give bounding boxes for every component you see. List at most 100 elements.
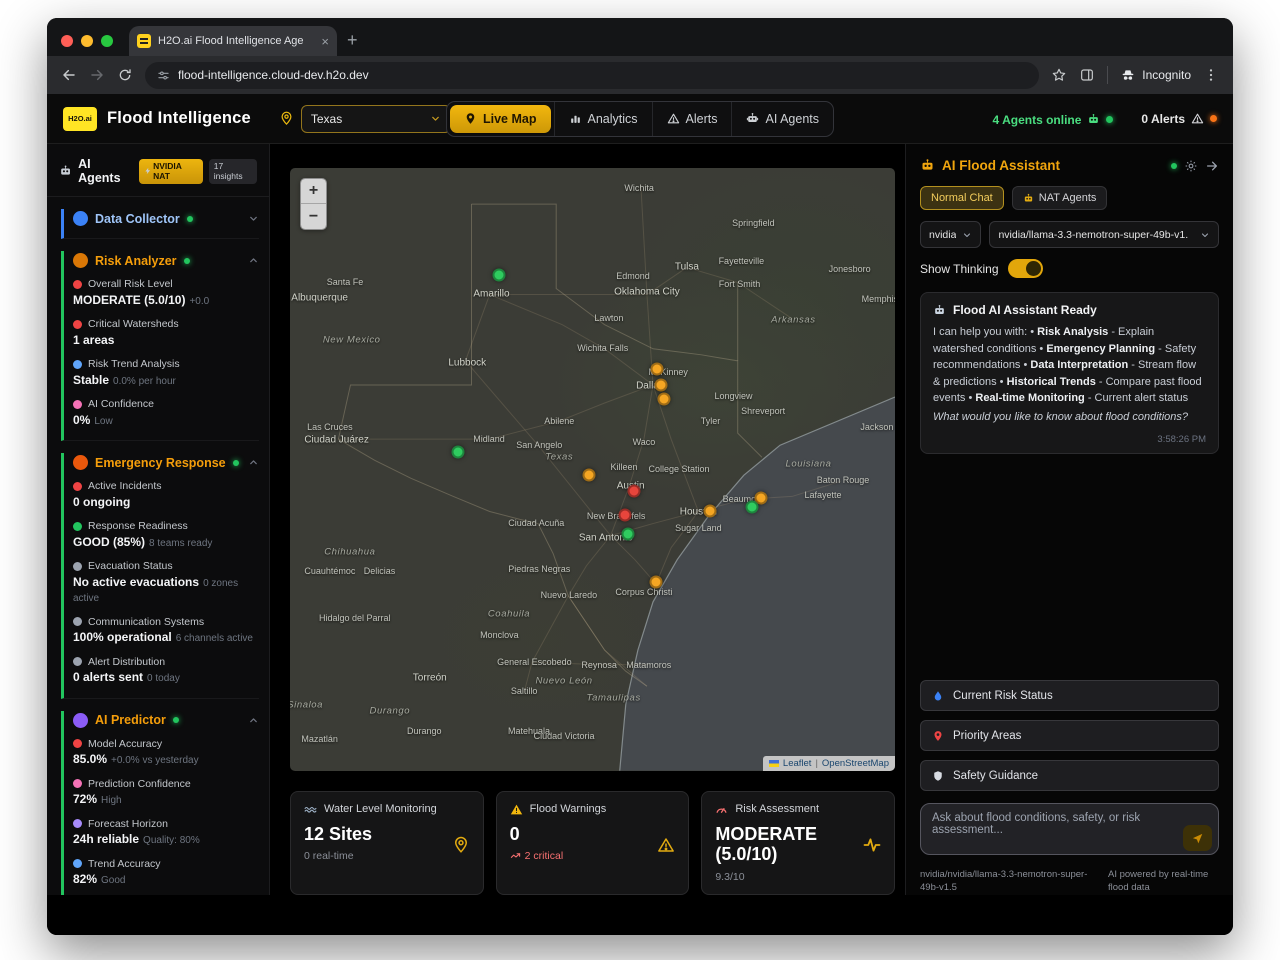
bookmark-star-icon[interactable] — [1051, 67, 1067, 83]
model-select[interactable]: nvidia/llama-3.3-nemotron-super-49b-v1. — [989, 221, 1219, 248]
stat-card-water-levels: Water Level Monitoring 12 Sites 0 real-t… — [290, 791, 484, 895]
window-zoom-button[interactable] — [101, 35, 113, 47]
map-city-label: Nuevo León — [535, 675, 592, 686]
agent-header[interactable]: Emergency Response — [73, 455, 259, 470]
site-settings-icon[interactable] — [157, 69, 170, 82]
refresh-icon[interactable] — [117, 67, 133, 83]
nav-live-map[interactable]: Live Map — [450, 105, 551, 133]
map-city-label: Las Cruces — [307, 422, 353, 432]
metric-label: Communication Systems — [88, 616, 204, 628]
stat-card-flood-warnings: Flood Warnings 0 2 critical — [496, 791, 690, 895]
tab-close-icon[interactable]: × — [321, 35, 329, 48]
nav-alerts[interactable]: Alerts — [652, 102, 732, 136]
agent-header[interactable]: AI Predictor — [73, 713, 259, 728]
incognito-badge: Incognito — [1120, 67, 1191, 83]
tab-nat-agents[interactable]: NAT Agents — [1012, 186, 1108, 210]
chevron-up-icon[interactable] — [248, 457, 259, 468]
provider-select[interactable]: nvidia — [920, 221, 981, 248]
accordion-priority-areas[interactable]: Priority Areas — [920, 720, 1219, 751]
address-bar[interactable]: flood-intelligence.cloud-dev.h2o.dev — [145, 62, 1039, 89]
assistant-message-question: What would you like to know about flood … — [933, 409, 1206, 426]
map-marker-warning[interactable] — [582, 468, 595, 481]
location-pin-icon — [452, 836, 470, 854]
app-header: H2O.ai Flood Intelligence Texas Live Map… — [47, 94, 1233, 144]
flood-map[interactable]: + − Leaflet | OpenStreetMap WichitaSprin… — [290, 168, 895, 771]
forward-icon[interactable] — [89, 67, 105, 83]
window-minimize-button[interactable] — [81, 35, 93, 47]
accordion-current-risk-status[interactable]: Current Risk Status — [920, 680, 1219, 711]
browser-toolbar: flood-intelligence.cloud-dev.h2o.dev Inc… — [47, 56, 1233, 94]
show-thinking-toggle[interactable] — [1008, 259, 1043, 278]
map-marker-warning[interactable] — [650, 363, 663, 376]
zoom-out-button[interactable]: − — [301, 204, 326, 229]
warning-triangle-icon — [510, 803, 523, 816]
region-select[interactable]: Texas — [301, 105, 451, 133]
metric-label: Critical Watersheds — [88, 318, 179, 330]
map-city-label: Tamaulipas — [587, 692, 641, 703]
model-select-value: nvidia/llama-3.3-nemotron-super-49b-v1. — [998, 229, 1188, 241]
agent-name: Data Collector — [95, 212, 180, 226]
zoom-in-button[interactable]: + — [301, 179, 326, 204]
collapse-arrow-icon[interactable] — [1205, 159, 1219, 173]
map-city-label: Texas — [545, 451, 573, 462]
browser-menu-icon[interactable] — [1203, 67, 1219, 83]
map-marker-normal[interactable] — [621, 527, 634, 540]
browser-tab[interactable]: H2O.ai Flood Intelligence Age × — [129, 26, 337, 56]
chevron-up-icon[interactable] — [248, 255, 259, 266]
map-city-label: Santa Fe — [327, 277, 364, 287]
metric-value: Stable — [73, 373, 109, 387]
back-icon[interactable] — [61, 67, 77, 83]
map-marker-warning[interactable] — [704, 505, 717, 518]
map-marker-critical[interactable] — [627, 485, 640, 498]
new-tab-button[interactable]: + — [347, 31, 358, 49]
robot-icon — [746, 112, 759, 125]
map-marker-normal[interactable] — [745, 500, 758, 513]
map-marker-warning[interactable] — [655, 378, 668, 391]
map-marker-normal[interactable] — [452, 446, 465, 459]
map-city-label: Ciudad Juárez — [304, 435, 368, 446]
accordion-safety-guidance[interactable]: Safety Guidance — [920, 760, 1219, 791]
openstreetmap-link[interactable]: OpenStreetMap — [822, 758, 889, 769]
window-close-button[interactable] — [61, 35, 73, 47]
metric-sub: 0 today — [147, 673, 180, 684]
robot-icon — [1087, 113, 1100, 126]
agent-header[interactable]: Risk Analyzer — [73, 253, 259, 268]
agent-header[interactable]: Data Collector — [73, 211, 259, 226]
toggle-knob — [1026, 261, 1041, 276]
wave-icon — [304, 803, 317, 816]
side-panel-icon[interactable] — [1079, 67, 1095, 83]
map-city-label: Midland — [473, 434, 505, 444]
map-marker-normal[interactable] — [493, 269, 506, 282]
send-button[interactable] — [1183, 825, 1212, 851]
map-marker-warning[interactable] — [657, 392, 670, 405]
nvidia-nat-badge: NVIDIA NAT — [139, 159, 203, 184]
metric-label: AI Confidence — [88, 398, 154, 410]
h2o-favicon-icon — [137, 34, 151, 48]
metric-value: GOOD (85%) — [73, 535, 145, 549]
map-section: + − Leaflet | OpenStreetMap WichitaSprin… — [270, 144, 905, 895]
settings-gear-icon[interactable] — [1184, 159, 1198, 173]
map-marker-critical[interactable] — [619, 508, 632, 521]
metric-response-readiness: Response Readiness GOOD (85%)8 teams rea… — [73, 520, 259, 550]
map-city-label: Hidalgo del Parral — [319, 613, 391, 623]
tab-normal-chat[interactable]: Normal Chat — [920, 186, 1004, 210]
trending-icon — [510, 851, 521, 862]
attribution-separator: | — [815, 758, 817, 769]
toolbar-divider — [1107, 66, 1108, 84]
map-marker-warning[interactable] — [650, 576, 663, 589]
accordion-label: Safety Guidance — [953, 770, 1038, 782]
stat-card-sub: 9.3/10 — [715, 871, 744, 883]
activity-pulse-icon — [863, 836, 881, 854]
map-city-label: Sugar Land — [675, 523, 722, 533]
chevron-down-icon[interactable] — [248, 213, 259, 224]
chat-input[interactable] — [920, 803, 1219, 855]
send-plane-icon — [1191, 832, 1204, 845]
nav-analytics[interactable]: Analytics — [554, 102, 652, 136]
chevron-up-icon[interactable] — [248, 715, 259, 726]
leaflet-link[interactable]: Leaflet — [783, 758, 812, 769]
nav-ai-agents[interactable]: AI Agents — [731, 102, 833, 136]
metric-value: 0 ongoing — [73, 495, 130, 509]
crystal-ball-icon — [73, 819, 82, 828]
gauge-icon — [715, 803, 728, 816]
map-city-label: Reynosa — [581, 660, 617, 670]
